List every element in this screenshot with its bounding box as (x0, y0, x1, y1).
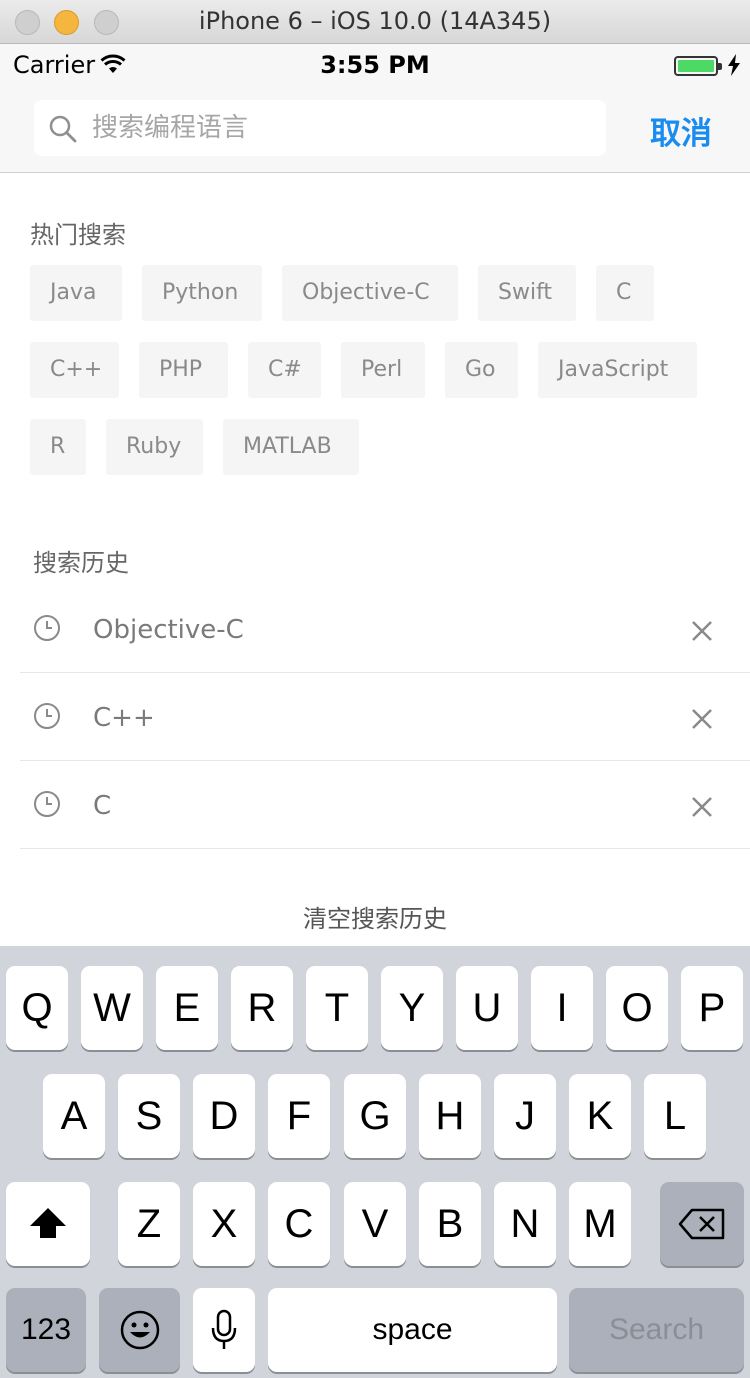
numbers-key[interactable]: 123 (6, 1288, 86, 1372)
hot-tag[interactable]: C (596, 265, 654, 321)
key-r[interactable]: R (231, 966, 293, 1050)
hot-tag[interactable]: PHP (139, 342, 228, 398)
clear-history-button[interactable]: 清空搜索历史 (0, 899, 750, 934)
history-row[interactable]: Objective-C (20, 585, 750, 673)
backspace-key[interactable] (660, 1182, 744, 1266)
key-n[interactable]: N (494, 1182, 556, 1266)
search-input[interactable] (92, 100, 592, 156)
key-i[interactable]: I (531, 966, 593, 1050)
hot-tag[interactable]: Perl (341, 342, 425, 398)
hot-tag[interactable]: MATLAB (223, 419, 359, 475)
key-g[interactable]: G (344, 1074, 406, 1158)
shift-key[interactable] (6, 1182, 90, 1266)
emoji-key[interactable] (99, 1288, 180, 1372)
dictation-key[interactable] (193, 1288, 255, 1372)
search-box[interactable] (34, 100, 606, 156)
key-j[interactable]: J (494, 1074, 556, 1158)
charging-icon (728, 54, 740, 76)
search-key[interactable]: Search (569, 1288, 744, 1372)
status-bar: Carrier 3:55 PM (0, 44, 750, 86)
history-item-label: C (93, 791, 112, 821)
hot-tag[interactable]: Objective-C (282, 265, 458, 321)
hot-tag[interactable]: Python (142, 265, 262, 321)
key-o[interactable]: O (606, 966, 668, 1050)
cancel-button[interactable]: 取消 (650, 108, 712, 153)
key-w[interactable]: W (81, 966, 143, 1050)
microphone-icon (211, 1309, 237, 1349)
history-item-label: C++ (93, 703, 155, 733)
key-c[interactable]: C (268, 1182, 330, 1266)
delete-icon[interactable] (691, 708, 713, 730)
hot-tag[interactable]: Go (445, 342, 518, 398)
key-y[interactable]: Y (381, 966, 443, 1050)
hot-search-title: 热门搜索 (30, 221, 126, 249)
key-q[interactable]: Q (6, 966, 68, 1050)
search-icon (49, 115, 77, 143)
delete-icon[interactable] (691, 620, 713, 642)
simulator-title-bar: iPhone 6 – iOS 10.0 (14A345) (0, 0, 750, 44)
key-x[interactable]: X (193, 1182, 255, 1266)
keyboard: Q W E R T Y U I O P A S D F G H J K L Z … (0, 946, 750, 1378)
key-t[interactable]: T (306, 966, 368, 1050)
hot-tag[interactable]: Java (30, 265, 122, 321)
key-b[interactable]: B (419, 1182, 481, 1266)
key-u[interactable]: U (456, 966, 518, 1050)
key-k[interactable]: K (569, 1074, 631, 1158)
key-m[interactable]: M (569, 1182, 631, 1266)
key-s[interactable]: S (118, 1074, 180, 1158)
key-f[interactable]: F (268, 1074, 330, 1158)
key-d[interactable]: D (193, 1074, 255, 1158)
shift-icon (30, 1208, 66, 1238)
hot-tag[interactable]: C# (248, 342, 321, 398)
emoji-icon (120, 1310, 159, 1350)
backspace-icon (678, 1208, 725, 1240)
key-a[interactable]: A (43, 1074, 105, 1158)
key-p[interactable]: P (681, 966, 743, 1050)
key-z[interactable]: Z (118, 1182, 180, 1266)
key-v[interactable]: V (344, 1182, 406, 1266)
clock-icon (34, 703, 60, 729)
hot-tag[interactable]: Swift (478, 265, 576, 321)
hot-tag[interactable]: JavaScript (538, 342, 697, 398)
history-row[interactable]: C (20, 761, 750, 849)
history-row[interactable]: C++ (20, 673, 750, 761)
space-key[interactable]: space (268, 1288, 557, 1372)
history-title: 搜索历史 (33, 549, 129, 577)
key-l[interactable]: L (644, 1074, 706, 1158)
hot-tag[interactable]: R (30, 419, 86, 475)
clock-icon (34, 615, 60, 641)
hot-tag[interactable]: Ruby (106, 419, 203, 475)
clock-icon (34, 791, 60, 817)
history-item-label: Objective-C (93, 615, 244, 645)
key-e[interactable]: E (156, 966, 218, 1050)
delete-icon[interactable] (691, 796, 713, 818)
hot-tag[interactable]: C++ (30, 342, 119, 398)
key-h[interactable]: H (419, 1074, 481, 1158)
status-time: 3:55 PM (320, 51, 430, 79)
window-title: iPhone 6 – iOS 10.0 (14A345) (198, 7, 552, 35)
search-header: 取消 (0, 86, 750, 173)
battery-icon (674, 56, 722, 76)
